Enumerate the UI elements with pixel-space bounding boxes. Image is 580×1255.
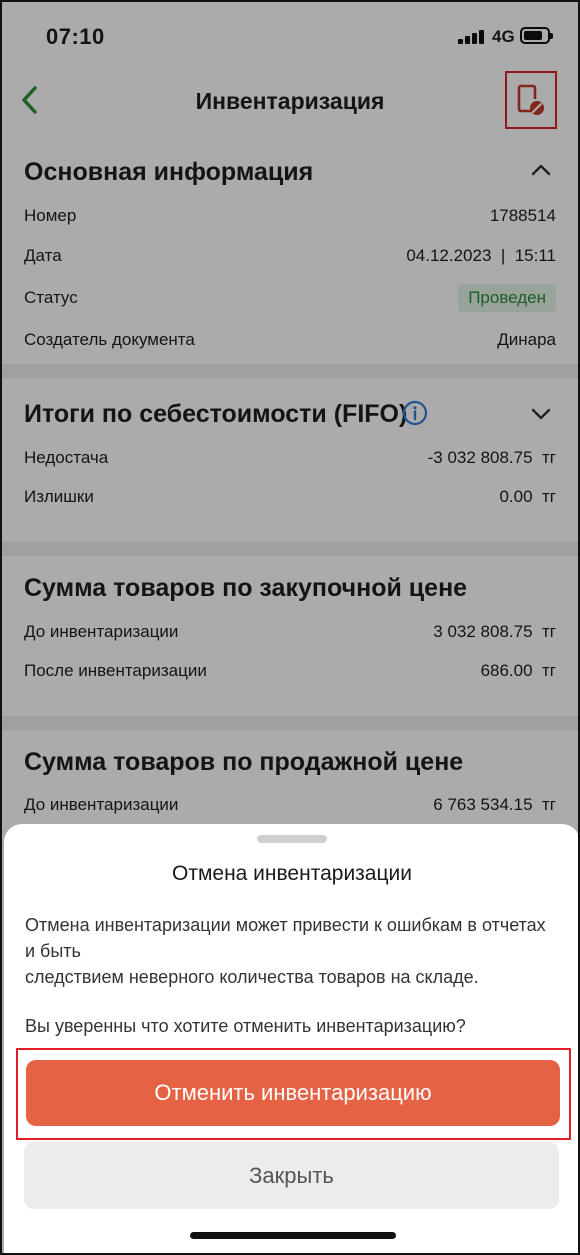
sheet-warning-text: Отмена инвентаризации может привести к о… <box>25 912 558 990</box>
warning-line-2: следствием неверного количества товаров … <box>25 967 479 987</box>
sheet-grabber[interactable] <box>257 835 327 843</box>
close-button[interactable]: Закрыть <box>24 1142 559 1209</box>
warning-line-1: Отмена инвентаризации может привести к о… <box>25 915 546 961</box>
screen: 07:10 4G Инвентаризация Основная информа… <box>0 0 580 1255</box>
confirm-cancel-inventory-button[interactable]: Отменить инвентаризацию <box>26 1060 560 1126</box>
highlight-box: Отменить инвентаризацию <box>16 1048 571 1140</box>
sheet-question: Вы уверенны что хотите отменить инвентар… <box>25 1016 466 1036</box>
home-indicator <box>190 1232 396 1239</box>
sheet-title: Отмена инвентаризации <box>172 862 412 885</box>
cancel-inventory-sheet: Отмена инвентаризации Отмена инвентариза… <box>4 824 578 1253</box>
